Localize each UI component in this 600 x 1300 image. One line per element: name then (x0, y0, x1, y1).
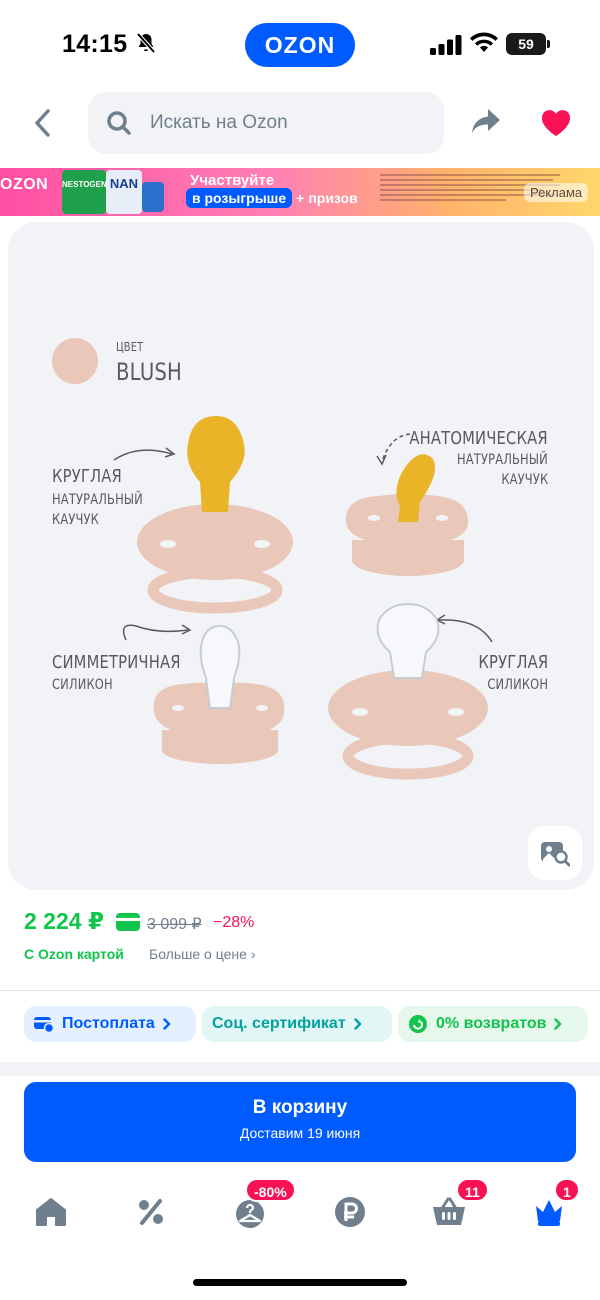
search-input[interactable]: Искать на Ozon (88, 92, 444, 154)
search-icon (106, 110, 132, 141)
back-button[interactable] (26, 106, 58, 140)
current-price: 2 224 ₽ (24, 908, 104, 934)
bell-off-icon (136, 32, 156, 59)
wifi-icon (470, 32, 498, 59)
home-indicator (193, 1279, 407, 1286)
ozon-card-row[interactable]: С Ozon картой Больше о цене › (24, 946, 256, 964)
nav-finance[interactable] (325, 1190, 375, 1234)
ad-product-label: NAN (109, 176, 139, 191)
search-placeholder: Искать на Ozon (150, 112, 288, 133)
image-search-icon (541, 842, 570, 867)
chip-label: Постоплата (62, 1015, 155, 1032)
postpay-icon (34, 1017, 54, 1033)
screen: 14:15 OZON 59 Искать на Ozon OZON NESTOG… (0, 0, 600, 1300)
share-button[interactable] (470, 106, 502, 141)
ad-product-label: NESTOGEN (62, 180, 107, 189)
ad-product-box-nestogen: NESTOGEN (62, 170, 107, 214)
nav-discounts[interactable] (126, 1190, 176, 1234)
chevron-right-icon (353, 1018, 362, 1030)
chevron-left-icon (35, 109, 50, 137)
delivery-date: Доставим 19 июня (239, 1125, 361, 1141)
chip-postpay[interactable]: Постоплата (24, 1006, 196, 1042)
chevron-right-icon (163, 1018, 171, 1030)
nav-cart-badge: 11 (456, 1178, 489, 1202)
home-icon (36, 1198, 66, 1226)
ad-banner[interactable]: OZON NESTOGEN NAN Участвуйте в розыгрыше… (0, 168, 600, 216)
ad-rest-text: призов (308, 190, 358, 206)
chip-label: Соц. сертификат (212, 1015, 346, 1032)
ad-product-jar (142, 182, 164, 212)
chip-label: 0% возвратов (436, 1015, 547, 1032)
ruble-icon (335, 1197, 365, 1227)
return-icon (409, 1015, 427, 1033)
chevron-right-icon: › (250, 946, 256, 962)
ad-product-box-nan: NAN (106, 170, 142, 214)
nav-profile[interactable]: 1 (524, 1178, 580, 1234)
arrow-to-pacifier-4 (437, 619, 493, 643)
arrow-to-pacifier-2 (381, 433, 411, 463)
more-about-price-label: Больше о цене (149, 946, 247, 962)
nav-cart[interactable]: 11 (424, 1178, 489, 1234)
old-price: 3 099 ₽ (147, 916, 202, 933)
pacifier-anatomic-natural (345, 454, 469, 576)
crown-profile-icon (536, 1200, 562, 1226)
ad-headline: Участвуйте (190, 172, 275, 189)
ad-subheadline: в розыгрыше + призов (186, 188, 358, 208)
arrow-to-pacifier-1 (113, 449, 173, 461)
share-arrow-icon (472, 109, 500, 133)
ad-ozon-logo: OZON (0, 176, 49, 193)
more-about-price-link[interactable]: Больше о цене › (149, 946, 256, 962)
ozon-app-pill[interactable]: OZON (245, 23, 355, 67)
header: Искать на Ozon (0, 92, 600, 154)
add-to-cart-label: В корзину (252, 1097, 348, 1118)
ozon-card-label: С Ozon картой (24, 946, 124, 962)
ad-pill-text: в розыгрыше (186, 188, 293, 208)
section-separator (0, 1062, 600, 1076)
cellular-signal-icon (430, 35, 462, 60)
pacifier-round-natural (137, 416, 293, 614)
pacifiers-illustration (113, 416, 493, 780)
nav-profile-badge: 1 (554, 1178, 580, 1202)
pacifier-symmetric-silicone (153, 624, 285, 764)
status-time: 14:15 (62, 30, 128, 58)
ad-badge[interactable]: Реклама (524, 183, 589, 202)
nav-home[interactable] (26, 1190, 76, 1234)
favorite-button[interactable] (540, 108, 572, 143)
ad-plus: + (296, 190, 305, 206)
arrow-to-pacifier-3 (122, 624, 189, 641)
basket-icon (433, 1197, 465, 1225)
nav-fresh[interactable]: -80% (225, 1178, 296, 1234)
chip-zero-returns[interactable]: 0% возвратов (398, 1006, 588, 1042)
bottom-nav: -80% 11 1 (0, 1178, 600, 1244)
ozon-card-icon (116, 913, 140, 936)
battery-indicator: 59 (506, 33, 550, 55)
chip-social-certificate[interactable]: Соц. сертификат (202, 1006, 392, 1042)
add-to-cart-button[interactable]: В корзину Доставим 19 июня (24, 1082, 576, 1162)
pacifier-round-silicone (328, 602, 488, 780)
nav-fresh-badge: -80% (245, 1178, 296, 1202)
product-gallery[interactable]: ЦВЕТ BLUSH КРУГЛАЯ НАТУРАЛЬНЫЙ КАУЧУК АН… (8, 222, 594, 890)
heart-icon (541, 110, 571, 136)
status-bar: 14:15 OZON 59 (0, 18, 600, 74)
image-search-button[interactable] (528, 826, 582, 880)
percent-icon (139, 1199, 163, 1225)
divider (0, 990, 600, 991)
feature-chips: Постоплата Соц. сертификат 0% возвратов (24, 1006, 600, 1042)
discount-percent: −28% (213, 914, 255, 931)
chevron-right-icon (554, 1018, 563, 1030)
